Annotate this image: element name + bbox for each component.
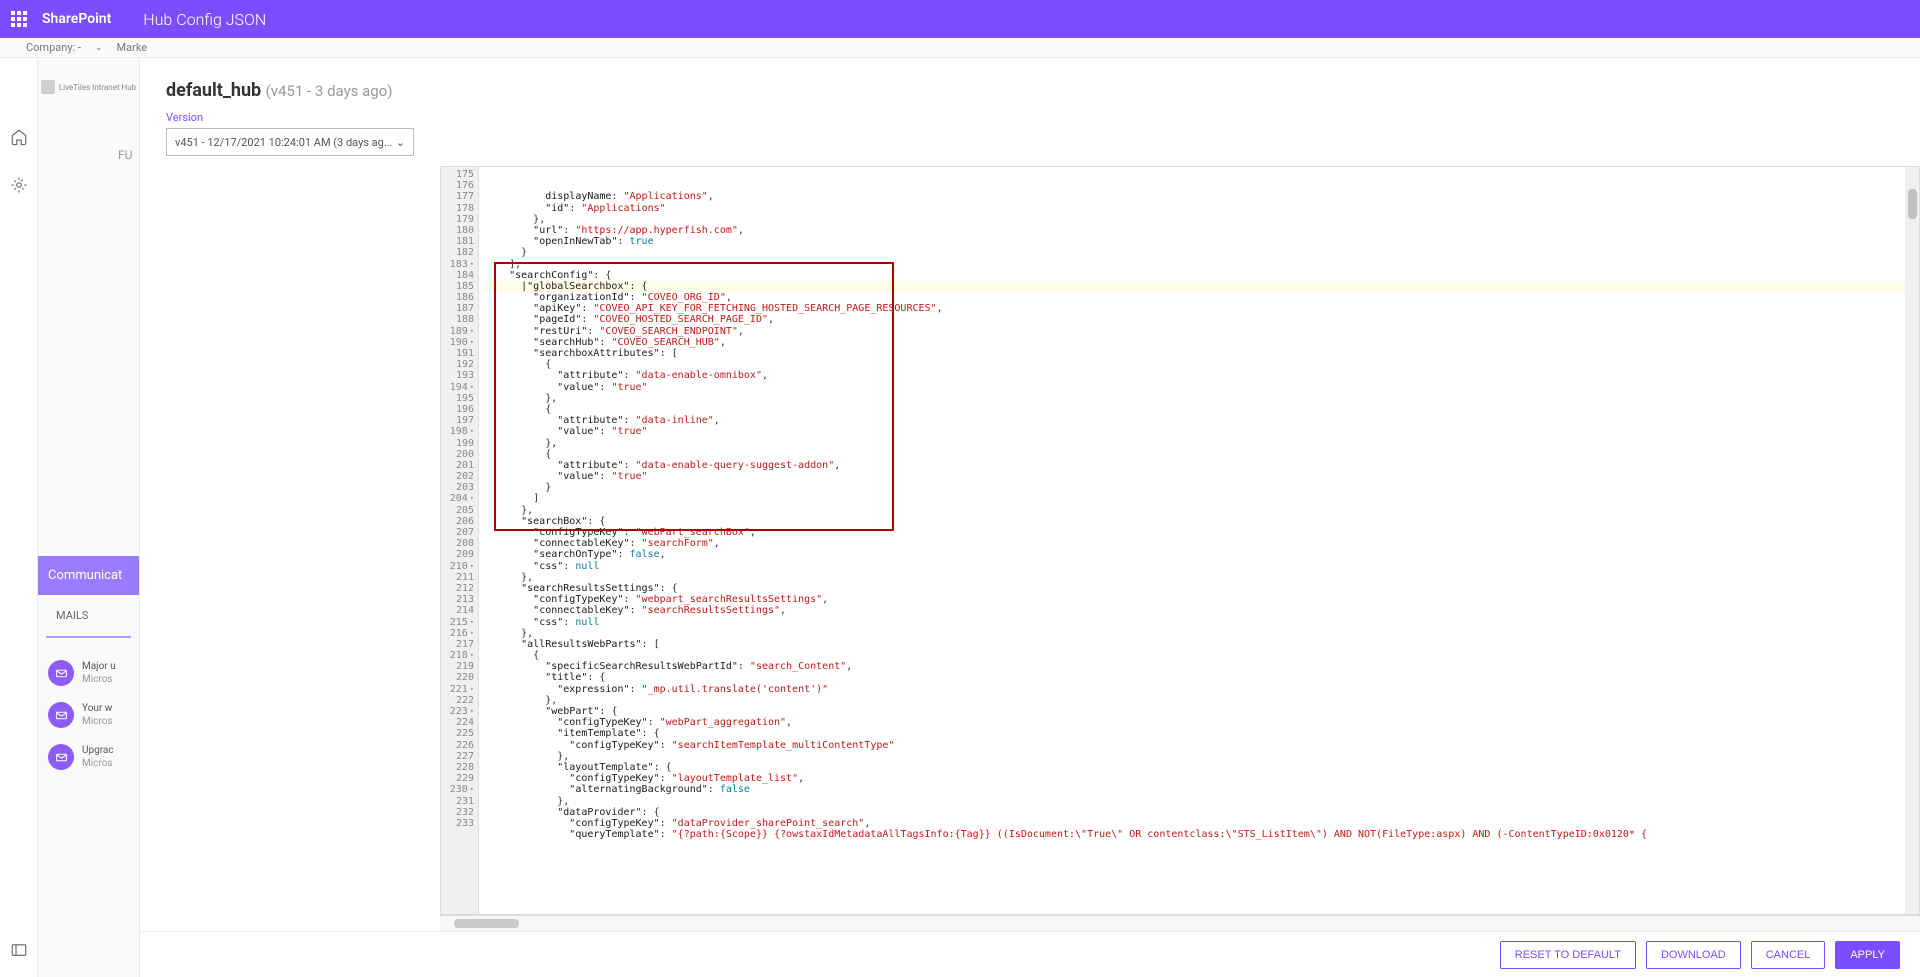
- fu-label: FU: [118, 148, 132, 162]
- left-rail: [0, 58, 38, 977]
- hub-name-text: default_hub: [166, 80, 261, 101]
- vertical-scrollbar[interactable]: [1905, 167, 1919, 914]
- hub-name-sub: (v451 - 3 days ago): [266, 82, 393, 100]
- background-sidebar: LiveTiles Intranet Hub FU Communicat MAI…: [38, 58, 140, 977]
- communicate-section[interactable]: Communicat: [38, 556, 139, 595]
- cancel-button[interactable]: CANCEL: [1751, 941, 1826, 969]
- mail-icon: [48, 660, 74, 686]
- mail-icon: [48, 702, 74, 728]
- apply-button[interactable]: APPLY: [1835, 941, 1900, 969]
- mail-icon: [48, 744, 74, 770]
- horizontal-scrollbar[interactable]: [440, 915, 1920, 931]
- panel-footer: RESET TO DEFAULT DOWNLOAD CANCEL APPLY: [140, 931, 1920, 977]
- mail-item[interactable]: UpgracMicros: [38, 736, 139, 778]
- version-dropdown[interactable]: v451 - 12/17/2021 10:24:01 AM (3 days ag…: [166, 128, 414, 156]
- mail-item[interactable]: Your wMicros: [38, 694, 139, 736]
- product-logo-text: LiveTiles Intranet Hub: [59, 83, 136, 92]
- company-dropdown[interactable]: Company: -: [26, 41, 81, 54]
- config-panel: default_hub (v451 - 3 days ago) Version …: [140, 58, 1920, 977]
- brand-label[interactable]: SharePoint: [38, 11, 129, 27]
- page-title: Hub Config JSON: [129, 10, 266, 29]
- marke-label: Marke: [117, 41, 148, 54]
- product-logo: LiveTiles Intranet Hub: [38, 58, 139, 116]
- collapse-icon[interactable]: [10, 941, 28, 959]
- mails-tab[interactable]: MAILS: [46, 595, 131, 638]
- reset-button[interactable]: RESET TO DEFAULT: [1500, 941, 1636, 969]
- json-editor[interactable]: 1751761771781791801811821831841851861871…: [440, 166, 1920, 915]
- top-banner: SharePoint Hub Config JSON: [0, 0, 1920, 38]
- version-label: Version: [166, 111, 1894, 124]
- gear-icon[interactable]: [10, 176, 28, 194]
- editor-code[interactable]: displayName: "Applications", "id": "Appl…: [479, 167, 1919, 914]
- hub-name: default_hub (v451 - 3 days ago): [166, 80, 1894, 101]
- version-value: v451 - 12/17/2021 10:24:01 AM (3 days ag…: [175, 136, 393, 149]
- chevron-down-icon: ⌄: [95, 43, 103, 53]
- editor-gutter: 1751761771781791801811821831841851861871…: [441, 167, 479, 914]
- waffle-icon: [11, 11, 27, 27]
- app-launcher-button[interactable]: [0, 0, 38, 38]
- chevron-down-icon: ⌄: [396, 136, 405, 149]
- sub-banner: Company: - ⌄ Marke: [0, 38, 1920, 58]
- download-button[interactable]: DOWNLOAD: [1646, 941, 1741, 969]
- mail-item[interactable]: Major uMicros: [38, 652, 139, 694]
- home-icon[interactable]: [10, 128, 28, 146]
